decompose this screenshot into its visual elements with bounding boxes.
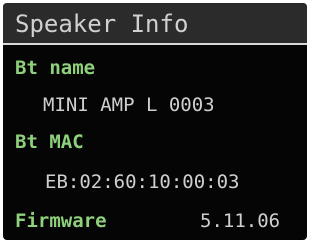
header-bar: Speaker Info <box>3 3 307 45</box>
page-title: Speaker Info <box>15 10 189 38</box>
speaker-info-screen: Speaker Info Bt name MINI AMP L 0003 Bt … <box>3 3 307 240</box>
bt-mac-value: EB:02:60:10:00:03 <box>45 171 240 193</box>
firmware-value: 5.11.06 <box>200 210 281 232</box>
bt-name-value: MINI AMP L 0003 <box>43 94 215 116</box>
bt-mac-label: Bt MAC <box>15 131 84 153</box>
bt-name-label: Bt name <box>15 57 96 79</box>
firmware-label: Firmware <box>15 210 107 232</box>
